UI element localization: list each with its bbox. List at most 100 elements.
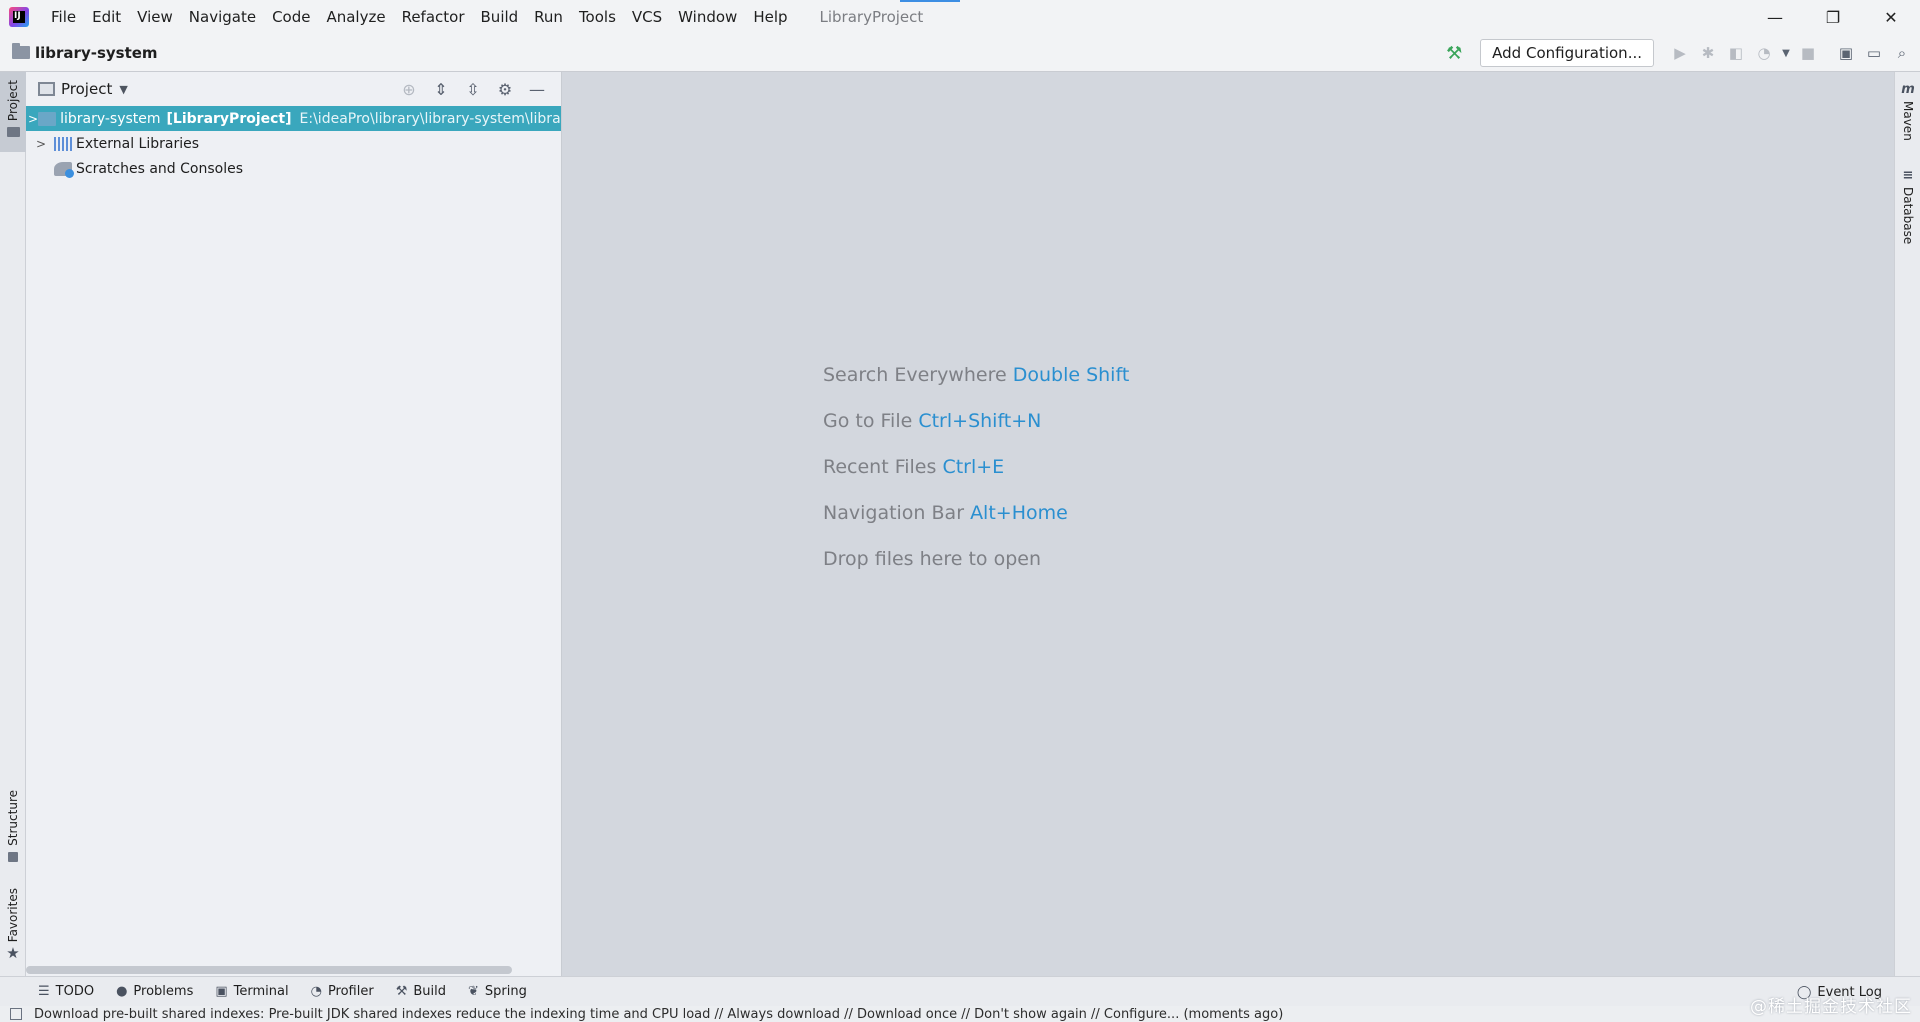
hammer-icon: ⚒ — [395, 984, 408, 999]
tab-build[interactable]: ⚒ Build — [396, 984, 446, 999]
terminal-icon: ▣ — [215, 984, 228, 999]
shortcut: Alt+Home — [970, 502, 1068, 524]
status-bar: Download pre-built shared indexes: Pre-b… — [0, 1006, 1920, 1022]
database-icon: ≡ — [1902, 168, 1914, 183]
project-panel-actions: ⊕ ⇕ ⇳ ⚙ — — [393, 72, 553, 106]
menu-file[interactable]: File — [43, 0, 84, 34]
chevron-right-icon[interactable]: > — [28, 112, 38, 126]
stop-icon[interactable]: ■ — [1794, 39, 1822, 67]
editor-area[interactable]: Search Everywhere Double Shift Go to Fil… — [563, 72, 1894, 976]
tab-project[interactable]: Project — [0, 72, 26, 152]
shortcut: Double Shift — [1012, 364, 1130, 386]
run-toolbar: ⚒ Add Configuration... ▶ ✱ ◧ ◔ ▼ ■ ▣ ▭ ⌕ — [1442, 34, 1920, 72]
tree-item-external-libraries[interactable]: > External Libraries — [26, 131, 561, 156]
menu-tools[interactable]: Tools — [571, 0, 624, 34]
tab-structure-label: Structure — [6, 790, 20, 846]
project-tool-window: Project ▼ ⊕ ⇕ ⇳ ⚙ — > library-system [Li… — [26, 72, 562, 976]
structure-icon — [8, 851, 18, 862]
menu-view[interactable]: View — [129, 0, 181, 34]
tab-database[interactable]: ≡ Database — [1895, 168, 1920, 244]
tree-item-name: External Libraries — [76, 135, 199, 152]
gear-icon[interactable]: ⚙ — [489, 75, 521, 103]
intellij-logo-icon: IJ — [9, 7, 29, 27]
expand-all-icon[interactable]: ⇕ — [425, 75, 457, 103]
tab-favorites-label: Favorites — [6, 888, 20, 943]
restore-button[interactable]: ❐ — [1804, 0, 1862, 34]
tab-todo[interactable]: ☰ TODO — [38, 984, 94, 999]
tab-project-label: Project — [6, 80, 20, 122]
folder-icon — [12, 43, 30, 59]
star-icon: ★ — [6, 944, 20, 963]
horizontal-scrollbar[interactable] — [26, 966, 512, 974]
project-tree: > library-system [LibraryProject] E:\ide… — [26, 106, 561, 181]
build-hammer-icon[interactable]: ⚒ — [1442, 41, 1466, 65]
profile-icon[interactable]: ◔ — [1750, 39, 1778, 67]
run-anything-icon[interactable]: ▭ — [1860, 39, 1888, 67]
menu-run[interactable]: Run — [526, 0, 571, 34]
menu-code[interactable]: Code — [264, 0, 318, 34]
editor-hints: Search Everywhere Double Shift Go to Fil… — [823, 364, 1129, 594]
tab-problems[interactable]: ● Problems — [116, 984, 193, 999]
library-icon — [54, 136, 72, 151]
problems-icon: ● — [116, 984, 128, 999]
watermark: @稀土掘金技术社区 — [1750, 997, 1912, 1017]
project-view-selector[interactable]: Project — [61, 80, 112, 98]
status-toggle-icon[interactable] — [10, 1008, 22, 1020]
hide-icon[interactable]: — — [521, 75, 553, 103]
chevron-down-icon[interactable]: ▼ — [119, 83, 127, 96]
menu-build[interactable]: Build — [473, 0, 527, 34]
tab-database-label: Database — [1901, 187, 1915, 245]
breadcrumb-label: library-system — [35, 43, 158, 62]
search-icon[interactable]: ⌕ — [1888, 39, 1916, 67]
spring-leaf-icon: ❦ — [468, 984, 479, 999]
chevron-down-icon[interactable]: ▼ — [1778, 39, 1794, 67]
breadcrumb[interactable]: library-system — [12, 43, 158, 62]
add-configuration-button[interactable]: Add Configuration... — [1480, 39, 1654, 67]
menu-refactor[interactable]: Refactor — [394, 0, 473, 34]
navigation-toolbar: library-system ⚒ Add Configuration... ▶ … — [0, 34, 1920, 72]
tab-favorites[interactable]: Favorites ★ — [0, 888, 26, 976]
menu-window[interactable]: Window — [670, 0, 745, 34]
project-view-icon — [38, 82, 55, 96]
menu-navigate[interactable]: Navigate — [181, 0, 264, 34]
debug-icon[interactable]: ✱ — [1694, 39, 1722, 67]
tab-terminal[interactable]: ▣ Terminal — [215, 984, 288, 999]
menu-analyze[interactable]: Analyze — [318, 0, 393, 34]
project-panel-header: Project ▼ ⊕ ⇕ ⇳ ⚙ — — [26, 72, 561, 106]
tab-profiler[interactable]: ◔ Profiler — [311, 984, 374, 999]
right-tool-strip: m Maven ≡ Database — [1894, 72, 1920, 976]
tab-structure[interactable]: Structure — [0, 790, 26, 880]
window-title: LibraryProject — [820, 0, 960, 34]
minimize-button[interactable]: — — [1746, 0, 1804, 34]
chevron-right-icon[interactable]: > — [28, 137, 54, 151]
run-icon[interactable]: ▶ — [1666, 39, 1694, 67]
tree-item-project-name: [LibraryProject] — [166, 110, 292, 127]
tree-item-scratches[interactable]: Scratches and Consoles — [26, 156, 561, 181]
status-message[interactable]: Download pre-built shared indexes: Pre-b… — [34, 1007, 1283, 1022]
maven-icon: m — [1901, 82, 1915, 97]
menu-help[interactable]: Help — [745, 0, 795, 34]
close-button[interactable]: ✕ — [1862, 0, 1920, 34]
tab-spring[interactable]: ❦ Spring — [468, 984, 527, 999]
menu-edit[interactable]: Edit — [84, 0, 129, 34]
scratches-icon — [54, 161, 74, 178]
tab-maven-label: Maven — [1901, 101, 1915, 141]
collapse-all-icon[interactable]: ⇳ — [457, 75, 489, 103]
tree-item-library-system[interactable]: > library-system [LibraryProject] E:\ide… — [26, 106, 561, 131]
bottom-tool-bar: ☰ TODO ● Problems ▣ Terminal ◔ Profiler … — [0, 976, 1920, 1006]
hint-drop-files: Drop files here to open — [823, 548, 1042, 570]
locate-icon[interactable]: ⊕ — [393, 75, 425, 103]
tab-maven[interactable]: m Maven — [1895, 82, 1920, 141]
left-tool-strip: Project Structure Favorites ★ — [0, 72, 26, 976]
project-structure-icon[interactable]: ▣ — [1832, 39, 1860, 67]
coverage-icon[interactable]: ◧ — [1722, 39, 1750, 67]
title-bar: IJ File Edit View Navigate Code Analyze … — [0, 0, 1920, 34]
tree-item-name: Scratches and Consoles — [76, 160, 243, 177]
folder-icon — [6, 127, 20, 138]
menu-vcs[interactable]: VCS — [624, 0, 670, 34]
list-icon: ☰ — [38, 984, 50, 999]
tree-item-path: E:\ideaPro\library\library-system\librar… — [299, 110, 561, 127]
hint-go-to-file: Go to File Ctrl+Shift+N — [823, 410, 1042, 432]
shortcut: Ctrl+E — [942, 456, 1005, 478]
tree-item-name: library-system — [60, 110, 161, 127]
